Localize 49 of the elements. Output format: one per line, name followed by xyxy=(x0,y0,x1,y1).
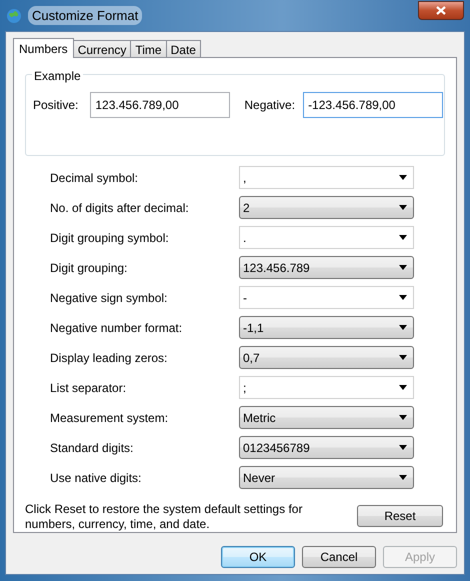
setting-label: No. of digits after decimal: xyxy=(50,200,190,216)
tab[interactable]: Currency xyxy=(72,40,132,57)
field-label: Positive: xyxy=(33,97,78,114)
negative-field[interactable]: -123.456.789,00 xyxy=(303,92,444,118)
positive-field[interactable]: 123.456.789,00 xyxy=(90,92,230,118)
reset-note: Click Reset to restore the system default settings for numbers, currency, time, and date. xyxy=(25,502,304,532)
dropdown[interactable]: -1,1 xyxy=(239,316,414,339)
setting-label: Decimal symbol: xyxy=(50,170,140,186)
setting-label: Display leading zeros: xyxy=(50,350,168,366)
dropdown[interactable]: Never xyxy=(239,466,414,489)
dropdown[interactable]: , xyxy=(239,166,414,189)
setting-label: List separator: xyxy=(50,380,128,396)
setting-label: Negative sign symbol: xyxy=(50,290,168,306)
caret-icon xyxy=(399,175,407,180)
dialog-button[interactable]: Cancel xyxy=(302,546,376,568)
caret-icon xyxy=(399,235,407,240)
tab[interactable]: Time xyxy=(130,40,167,57)
tab[interactable]: Numbers xyxy=(13,38,74,58)
dialog-button[interactable]: OK xyxy=(221,546,295,568)
close-icon xyxy=(436,6,446,15)
setting-label: Negative number format: xyxy=(50,320,184,336)
setting-label: Standard digits: xyxy=(50,440,134,456)
window-title: Customize Format xyxy=(28,6,142,26)
setting-label: Digit grouping: xyxy=(50,260,128,276)
reset-button[interactable]: Reset xyxy=(357,505,443,527)
caret-icon xyxy=(399,445,407,450)
caret-icon xyxy=(399,475,407,480)
setting-label: Use native digits: xyxy=(50,470,142,486)
caret-icon xyxy=(399,205,407,210)
tab[interactable]: Date xyxy=(166,40,201,57)
caret-icon xyxy=(399,325,407,330)
setting-label: Digit grouping symbol: xyxy=(50,230,170,246)
caret-icon xyxy=(399,265,407,270)
close-button[interactable] xyxy=(418,1,464,20)
caret-icon xyxy=(399,385,407,390)
caret-icon xyxy=(399,355,407,360)
dropdown[interactable]: Metric xyxy=(239,406,414,429)
setting-label: Measurement system: xyxy=(50,410,170,426)
dropdown[interactable]: 0123456789 xyxy=(239,436,414,459)
field-label: Negative: xyxy=(244,97,296,114)
dropdown[interactable]: 0,7 xyxy=(239,346,414,369)
caret-icon xyxy=(399,295,407,300)
dropdown[interactable]: . xyxy=(239,226,414,249)
dropdown[interactable]: 2 xyxy=(239,196,414,219)
globe-icon xyxy=(6,8,22,24)
dropdown[interactable]: ; xyxy=(239,376,414,399)
caret-icon xyxy=(399,415,407,420)
dropdown[interactable]: 123.456.789 xyxy=(239,256,414,279)
dropdown[interactable]: - xyxy=(239,286,414,309)
